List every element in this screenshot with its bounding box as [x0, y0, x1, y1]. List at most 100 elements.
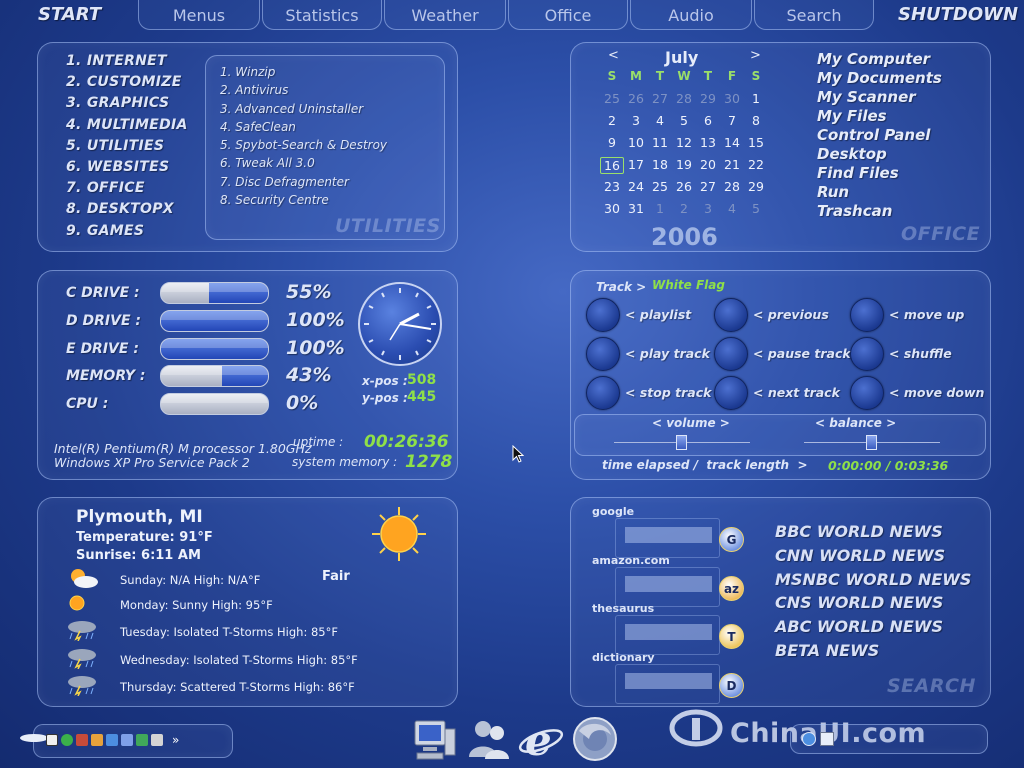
office-link-my-scanner[interactable]: My Scanner — [817, 88, 942, 107]
menu-item-games[interactable]: 9. GAMES — [66, 223, 188, 244]
office-link-trashcan[interactable]: Trashcan — [817, 202, 942, 221]
volume-tray-icon[interactable] — [820, 732, 834, 746]
calendar-day[interactable]: 20 — [696, 157, 720, 174]
office-link-control-panel[interactable]: Control Panel — [817, 126, 942, 145]
calendar-day[interactable]: 30 — [600, 201, 624, 216]
calendar-day[interactable]: 8 — [744, 113, 768, 128]
search-go-thesaurus-icon[interactable]: T — [719, 624, 744, 649]
office-link-run[interactable]: Run — [817, 183, 942, 202]
balance-slider[interactable] — [866, 435, 877, 450]
calendar-day[interactable]: 7 — [720, 113, 744, 128]
calendar-day[interactable]: 17 — [624, 157, 648, 174]
calendar-day[interactable]: 3 — [696, 201, 720, 216]
utility-item-tweakall[interactable]: 6. Tweak All 3.0 — [220, 156, 387, 174]
play-track-button[interactable] — [586, 337, 620, 371]
utility-item-spybot[interactable]: 5. Spybot-Search & Destroy — [220, 138, 387, 156]
tool-icon[interactable] — [76, 734, 88, 746]
shuffle-button[interactable] — [850, 337, 884, 371]
calendar-day[interactable]: 4 — [648, 113, 672, 128]
calendar-day[interactable]: 21 — [720, 157, 744, 174]
calendar-prev-button[interactable]: < — [608, 48, 619, 63]
menu-item-graphics[interactable]: 3. GRAPHICS — [66, 95, 188, 116]
calendar-day[interactable]: 13 — [696, 135, 720, 150]
tray-handle-icon[interactable] — [20, 734, 48, 742]
news-link-bbc[interactable]: BBC WORLD NEWS — [775, 522, 971, 546]
calendar-day[interactable]: 9 — [600, 135, 624, 150]
stats-icon[interactable] — [151, 734, 163, 746]
menu-item-multimedia[interactable]: 4. MULTIMEDIA — [66, 117, 188, 138]
utility-item-security-centre[interactable]: 8. Security Centre — [220, 193, 387, 211]
calendar-today[interactable]: 16 — [600, 157, 624, 174]
search-go-google-icon[interactable]: G — [719, 527, 744, 552]
desktop-icon[interactable] — [46, 734, 58, 746]
utility-item-safeclean[interactable]: 4. SafeClean — [220, 120, 387, 138]
calendar-day[interactable]: 29 — [744, 179, 768, 194]
menu-item-internet[interactable]: 1. INTERNET — [66, 53, 188, 74]
tab-audio[interactable]: Audio — [630, 0, 752, 30]
internet-explorer-icon[interactable]: e — [517, 715, 565, 765]
calendar-day[interactable]: 28 — [672, 91, 696, 106]
search-input-dictionary[interactable] — [625, 673, 712, 689]
calendar-day[interactable]: 15 — [744, 135, 768, 150]
menu-item-office[interactable]: 7. OFFICE — [66, 180, 188, 201]
calendar-day[interactable]: 31 — [624, 201, 648, 216]
search-input-thesaurus[interactable] — [625, 624, 712, 640]
next-track-label[interactable]: < next track — [753, 385, 840, 400]
calendar-day[interactable]: 5 — [672, 113, 696, 128]
utility-item-winzip[interactable]: 1. Winzip — [220, 65, 387, 83]
calendar-day[interactable]: 27 — [648, 91, 672, 106]
play-track-label[interactable]: < play track — [625, 346, 710, 361]
more-icon[interactable]: » — [172, 733, 179, 747]
office-link-my-computer[interactable]: My Computer — [817, 50, 942, 69]
move-down-label[interactable]: < move down — [889, 385, 984, 400]
stop-track-button[interactable] — [586, 376, 620, 410]
tab-search[interactable]: Search — [754, 0, 874, 30]
office-link-my-files[interactable]: My Files — [817, 107, 942, 126]
paint-icon[interactable] — [91, 734, 103, 746]
menu-item-utilities[interactable]: 5. UTILITIES — [66, 138, 188, 159]
mail-icon[interactable] — [121, 734, 133, 746]
calendar-day[interactable]: 25 — [648, 179, 672, 194]
calendar-day[interactable]: 12 — [672, 135, 696, 150]
pause-track-label[interactable]: < pause track — [753, 346, 851, 361]
calendar-day[interactable]: 26 — [672, 179, 696, 194]
calendar-day[interactable]: 10 — [624, 135, 648, 150]
news-link-abc[interactable]: ABC WORLD NEWS — [775, 617, 971, 641]
calendar-day[interactable]: 25 — [600, 91, 624, 106]
utility-item-antivirus[interactable]: 2. Antivirus — [220, 83, 387, 101]
tab-statistics[interactable]: Statistics — [262, 0, 382, 30]
move-up-label[interactable]: < move up — [889, 307, 964, 322]
calendar-day[interactable]: 24 — [624, 179, 648, 194]
network-icon[interactable] — [106, 734, 118, 746]
utility-item-uninstaller[interactable]: 3. Advanced Uninstaller — [220, 102, 387, 120]
news-link-beta[interactable]: BETA NEWS — [775, 641, 971, 665]
office-link-my-documents[interactable]: My Documents — [817, 69, 942, 88]
calendar-day[interactable]: 26 — [624, 91, 648, 106]
menu-item-websites[interactable]: 6. WEBSITES — [66, 159, 188, 180]
calendar-day[interactable]: 3 — [624, 113, 648, 128]
calendar-next-button[interactable]: > — [750, 48, 761, 63]
shuffle-label[interactable]: < shuffle — [889, 346, 952, 361]
news-link-msnbc[interactable]: MSNBC WORLD NEWS — [775, 570, 971, 594]
shutdown-button[interactable]: SHUTDOWN — [898, 4, 1018, 25]
stop-track-label[interactable]: < stop track — [625, 385, 711, 400]
browser-icon[interactable] — [61, 734, 73, 746]
calendar-day[interactable]: 2 — [672, 201, 696, 216]
next-track-button[interactable] — [714, 376, 748, 410]
move-up-button[interactable] — [850, 298, 884, 332]
calendar-day[interactable]: 19 — [672, 157, 696, 174]
calendar-day[interactable]: 23 — [600, 179, 624, 194]
calendar-day[interactable]: 5 — [744, 201, 768, 216]
network-tray-icon[interactable] — [802, 732, 816, 746]
calendar-day[interactable]: 1 — [744, 91, 768, 106]
utility-item-defragmenter[interactable]: 7. Disc Defragmenter — [220, 175, 387, 193]
search-go-dictionary-icon[interactable]: D — [719, 673, 744, 698]
office-link-desktop[interactable]: Desktop — [817, 145, 942, 164]
users-icon[interactable] — [465, 715, 513, 763]
calendar-day[interactable]: 29 — [696, 91, 720, 106]
calendar-day[interactable]: 11 — [648, 135, 672, 150]
search-input-google[interactable] — [625, 527, 712, 543]
tab-menus[interactable]: Menus — [138, 0, 260, 30]
calendar-day[interactable]: 28 — [720, 179, 744, 194]
search-input-amazoncom[interactable] — [625, 576, 712, 592]
